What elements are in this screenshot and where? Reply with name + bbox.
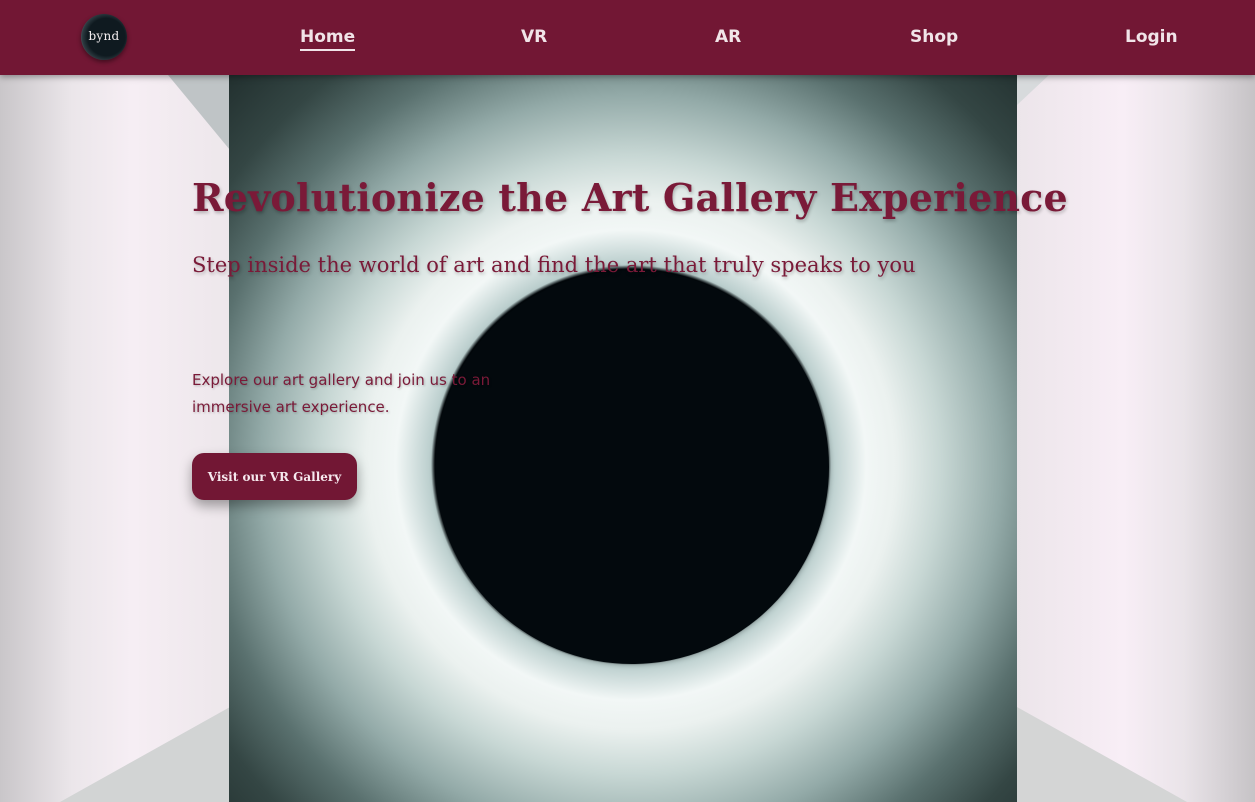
visit-vr-gallery-button[interactable]: Visit our VR Gallery bbox=[192, 453, 357, 500]
gallery-ceiling-right bbox=[1017, 75, 1049, 105]
nav-shop-link[interactable]: Shop bbox=[910, 26, 958, 48]
gallery-floor-right bbox=[1017, 707, 1187, 802]
dark-circle-artwork bbox=[435, 270, 829, 664]
hero-subtitle: Step inside the world of art and find th… bbox=[192, 253, 916, 277]
nav-vr-link[interactable]: VR bbox=[521, 26, 547, 48]
top-navbar: bynd Home VR AR Shop Login bbox=[0, 0, 1255, 75]
hero-blurb: Explore our art gallery and join us to a… bbox=[192, 371, 491, 416]
nav-login-link[interactable]: Login bbox=[1125, 26, 1178, 48]
hero-title: Revolutionize the Art Gallery Experience bbox=[192, 175, 1068, 220]
nav-ar-link[interactable]: AR bbox=[715, 26, 741, 48]
nav-home-link[interactable]: Home bbox=[300, 26, 356, 51]
brand-logo[interactable]: bynd bbox=[81, 14, 127, 60]
hero-section: Revolutionize the Art Gallery Experience… bbox=[0, 75, 1255, 802]
gallery-floor-left bbox=[60, 707, 230, 802]
brand-logo-text: bynd bbox=[88, 29, 120, 43]
gallery-ceiling-left bbox=[168, 75, 230, 150]
